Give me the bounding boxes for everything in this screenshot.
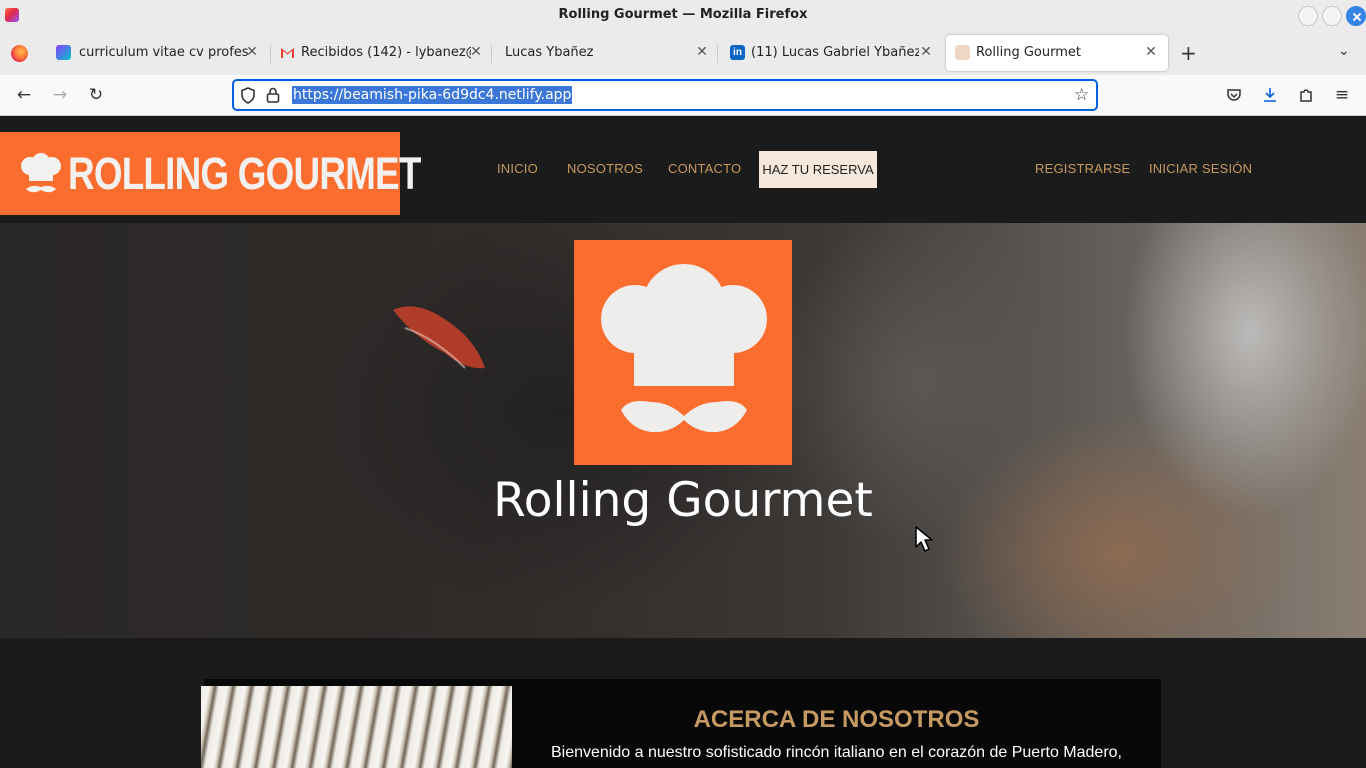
close-tab-icon[interactable]: ✕ (1143, 44, 1159, 60)
site-header: ROLLING GOURMET INICIO NOSOTROS CONTACTO… (0, 116, 1366, 223)
about-heading: ACERCA DE NOSOTROS (693, 706, 980, 733)
reload-icon[interactable]: ↻ (86, 85, 106, 105)
brand-name: ROLLING GOURMET (68, 148, 421, 199)
url-text[interactable]: https://beamish-pika-6d9dc4.netlify.app (292, 86, 573, 104)
extensions-icon[interactable] (1296, 85, 1316, 105)
close-window-button[interactable] (1346, 6, 1366, 26)
tab-label: (11) Lucas Gabriel Ybañez | L (751, 45, 919, 60)
bookmark-star-icon[interactable]: ☆ (1074, 85, 1089, 105)
back-icon[interactable]: ← (14, 85, 34, 105)
shirt-logo-image (393, 306, 485, 369)
about-section: ACERCA DE NOSOTROS Bienvenido a nuestro … (201, 679, 1161, 768)
hamburger-menu-icon[interactable]: ≡ (1332, 85, 1352, 105)
brand-logo[interactable]: ROLLING GOURMET (0, 132, 421, 215)
tracking-protection-shield-icon[interactable] (240, 87, 256, 104)
chef-hat-icon (955, 45, 970, 60)
restaurant-photo (201, 686, 512, 768)
tab-gmail[interactable]: Recibidos (142) - lybanez@e ✕ (268, 35, 491, 71)
nav-nosotros-link[interactable]: NOSOTROS (567, 161, 643, 176)
tab-label: Lucas Ybañez (505, 45, 594, 60)
window-titlebar: Rolling Gourmet — Mozilla Firefox (0, 0, 1366, 31)
minimize-button[interactable] (1298, 6, 1318, 26)
list-all-tabs-icon[interactable]: ⌄ (1338, 43, 1350, 59)
mouse-cursor-icon (915, 526, 933, 552)
close-tab-icon[interactable]: ✕ (918, 44, 934, 60)
tab-label: Rolling Gourmet (976, 45, 1082, 60)
register-link[interactable]: REGISTRARSE (1035, 161, 1130, 176)
tab-label: Recibidos (142) - lybanez@e (301, 45, 471, 60)
gmail-icon (280, 45, 295, 60)
tab-label: curriculum vitae cv profesio (79, 45, 249, 60)
nav-inicio-link[interactable]: INICIO (497, 161, 538, 176)
tab-curriculum[interactable]: curriculum vitae cv profesio ✕ (42, 35, 270, 71)
chef-hat-mustache-icon (601, 264, 767, 433)
canva-icon (56, 45, 71, 60)
tab-linkedin[interactable]: in (11) Lucas Gabriel Ybañez | L ✕ (717, 35, 943, 71)
reserve-button-label: HAZ TU RESERVA (762, 162, 874, 177)
close-tab-icon[interactable]: ✕ (468, 44, 484, 60)
tab-lucas-ybanez[interactable]: Lucas Ybañez ✕ (491, 35, 717, 71)
login-link[interactable]: INICIAR SESIÓN (1149, 161, 1252, 176)
pocket-icon[interactable] (1224, 85, 1244, 105)
nav-contacto-link[interactable]: CONTACTO (668, 161, 741, 176)
linkedin-icon: in (730, 45, 745, 60)
close-tab-icon[interactable]: ✕ (694, 44, 710, 60)
forward-icon[interactable]: → (50, 85, 70, 105)
new-tab-button[interactable]: + (1180, 43, 1197, 63)
downloads-icon[interactable] (1260, 85, 1280, 105)
window-title: Rolling Gourmet — Mozilla Firefox (558, 7, 808, 22)
lock-icon[interactable] (266, 86, 282, 104)
firefox-view-icon[interactable] (11, 45, 28, 62)
web-page: ROLLING GOURMET INICIO NOSOTROS CONTACTO… (0, 116, 1366, 768)
close-tab-icon[interactable]: ✕ (244, 44, 260, 60)
chef-hat-logo-icon (21, 153, 61, 193)
navigation-toolbar: ← → ↻ https://beamish-pika-6d9dc4.netlif… (0, 75, 1366, 116)
hero-title: Rolling Gourmet (493, 473, 873, 528)
reserve-button[interactable]: HAZ TU RESERVA (759, 151, 877, 188)
about-text: Bienvenido a nuestro sofisticado rincón … (550, 744, 1122, 761)
hero-logo (574, 240, 792, 465)
tab-strip: curriculum vitae cv profesio ✕ Recibidos… (0, 31, 1366, 75)
address-bar[interactable]: https://beamish-pika-6d9dc4.netlify.app … (232, 79, 1098, 111)
maximize-button[interactable] (1322, 6, 1342, 26)
hero-banner: Rolling Gourmet (0, 223, 1366, 638)
tab-rolling-gourmet[interactable]: Rolling Gourmet ✕ (946, 35, 1168, 71)
